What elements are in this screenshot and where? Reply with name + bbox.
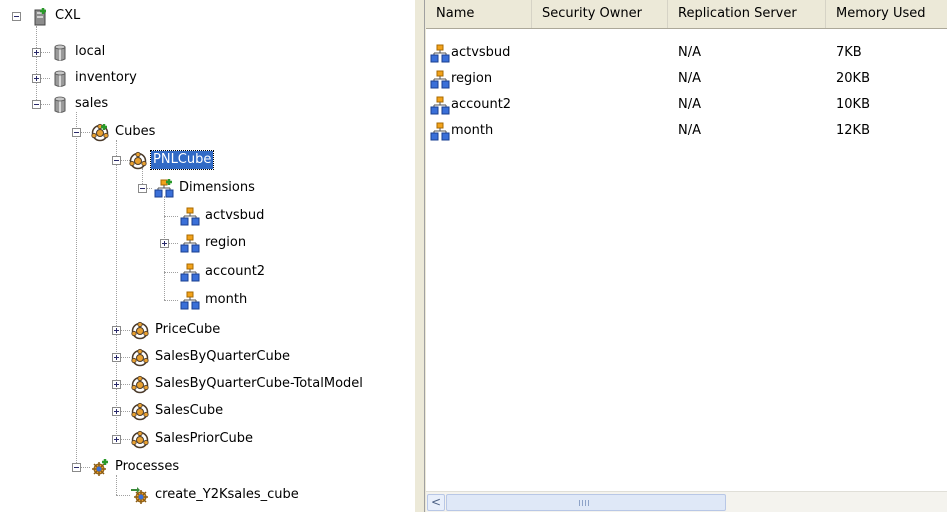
database-icon bbox=[50, 95, 70, 115]
tree-pane[interactable]: CXL local inventory sales Cubes PNLCube … bbox=[0, 0, 415, 512]
process-icon bbox=[130, 486, 150, 506]
row-memory-used: 20KB bbox=[836, 71, 870, 86]
dimension-icon bbox=[430, 96, 450, 116]
cube-icon bbox=[130, 321, 150, 341]
row-replication-server: N/A bbox=[678, 97, 701, 112]
cube-icon bbox=[130, 430, 150, 450]
cube-icon bbox=[130, 375, 150, 395]
row-replication-server: N/A bbox=[678, 123, 701, 138]
expand-toggle[interactable] bbox=[32, 74, 41, 83]
cube-icon bbox=[130, 402, 150, 422]
tree-label[interactable]: create_Y2Ksales_cube bbox=[153, 486, 301, 504]
tree-label[interactable]: local bbox=[73, 43, 107, 61]
expand-toggle[interactable] bbox=[112, 380, 121, 389]
dimension-icon bbox=[430, 70, 450, 90]
dimension-icon bbox=[180, 263, 200, 283]
list-row[interactable]: actvsbud N/A 7KB bbox=[426, 40, 947, 66]
row-name[interactable]: account2 bbox=[451, 96, 511, 114]
column-header-memory-used[interactable]: Memory Used bbox=[826, 0, 947, 28]
scroll-left-arrow-icon[interactable]: < bbox=[427, 494, 445, 511]
tree-label[interactable]: sales bbox=[73, 95, 110, 113]
database-icon bbox=[50, 69, 70, 89]
row-memory-used: 7KB bbox=[836, 45, 862, 60]
list-row[interactable]: month N/A 12KB bbox=[426, 118, 947, 144]
expand-toggle[interactable] bbox=[112, 326, 121, 335]
collapse-toggle[interactable] bbox=[72, 128, 81, 137]
dimension-icon bbox=[180, 234, 200, 254]
tree-label[interactable]: SalesCube bbox=[153, 402, 225, 420]
tree-label[interactable]: SalesByQuarterCube-TotalModel bbox=[153, 375, 365, 393]
pane-splitter[interactable] bbox=[415, 0, 426, 512]
dimension-icon bbox=[430, 44, 450, 64]
scrollbar-thumb[interactable] bbox=[446, 494, 726, 511]
scrollbar-grip bbox=[579, 500, 591, 506]
server-icon bbox=[30, 7, 50, 27]
expand-toggle[interactable] bbox=[112, 353, 121, 362]
dimension-icon bbox=[180, 291, 200, 311]
column-header-name[interactable]: Name bbox=[426, 0, 532, 28]
row-replication-server: N/A bbox=[678, 45, 701, 60]
collapse-toggle[interactable] bbox=[138, 184, 147, 193]
list-row[interactable]: region N/A 20KB bbox=[426, 66, 947, 92]
list-header: Name Security Owner Replication Server M… bbox=[426, 0, 947, 29]
tree-label[interactable]: inventory bbox=[73, 69, 139, 87]
tree-label[interactable]: Dimensions bbox=[177, 179, 257, 197]
cube-icon bbox=[128, 151, 148, 171]
cube-icon bbox=[130, 348, 150, 368]
processes-folder-icon bbox=[90, 458, 110, 478]
expand-toggle[interactable] bbox=[160, 239, 169, 248]
details-list-pane[interactable]: Name Security Owner Replication Server M… bbox=[426, 0, 947, 512]
tree-label[interactable]: month bbox=[203, 291, 249, 309]
cubes-folder-icon bbox=[90, 123, 110, 143]
column-header-security-owner[interactable]: Security Owner bbox=[532, 0, 668, 28]
dimension-icon bbox=[180, 207, 200, 227]
row-name[interactable]: region bbox=[451, 70, 492, 88]
horizontal-scrollbar[interactable]: < bbox=[426, 491, 947, 512]
row-memory-used: 10KB bbox=[836, 97, 870, 112]
column-header-replication-server[interactable]: Replication Server bbox=[668, 0, 826, 28]
expand-toggle[interactable] bbox=[112, 435, 121, 444]
database-icon bbox=[50, 43, 70, 63]
tree-label[interactable]: Cubes bbox=[113, 123, 157, 141]
row-memory-used: 12KB bbox=[836, 123, 870, 138]
tree-label[interactable]: region bbox=[203, 234, 248, 252]
tree-label[interactable]: account2 bbox=[203, 263, 267, 281]
list-row[interactable]: account2 N/A 10KB bbox=[426, 92, 947, 118]
tree-label[interactable]: Processes bbox=[113, 458, 181, 476]
row-replication-server: N/A bbox=[678, 71, 701, 86]
tree-label[interactable]: actvsbud bbox=[203, 207, 266, 225]
expand-toggle[interactable] bbox=[32, 48, 41, 57]
collapse-toggle[interactable] bbox=[12, 12, 21, 21]
tree-label[interactable]: SalesPriorCube bbox=[153, 430, 255, 448]
row-name[interactable]: month bbox=[451, 122, 493, 140]
dimensions-folder-icon bbox=[154, 179, 174, 199]
tree-label[interactable]: PriceCube bbox=[153, 321, 222, 339]
collapse-toggle[interactable] bbox=[72, 463, 81, 472]
dimension-icon bbox=[430, 122, 450, 142]
collapse-toggle[interactable] bbox=[112, 156, 121, 165]
tree-label[interactable]: CXL bbox=[53, 7, 82, 25]
row-name[interactable]: actvsbud bbox=[451, 44, 510, 62]
tree-label-selected[interactable]: PNLCube bbox=[149, 150, 215, 170]
expand-toggle[interactable] bbox=[112, 407, 121, 416]
tree-label[interactable]: SalesByQuarterCube bbox=[153, 348, 292, 366]
collapse-toggle[interactable] bbox=[32, 100, 41, 109]
